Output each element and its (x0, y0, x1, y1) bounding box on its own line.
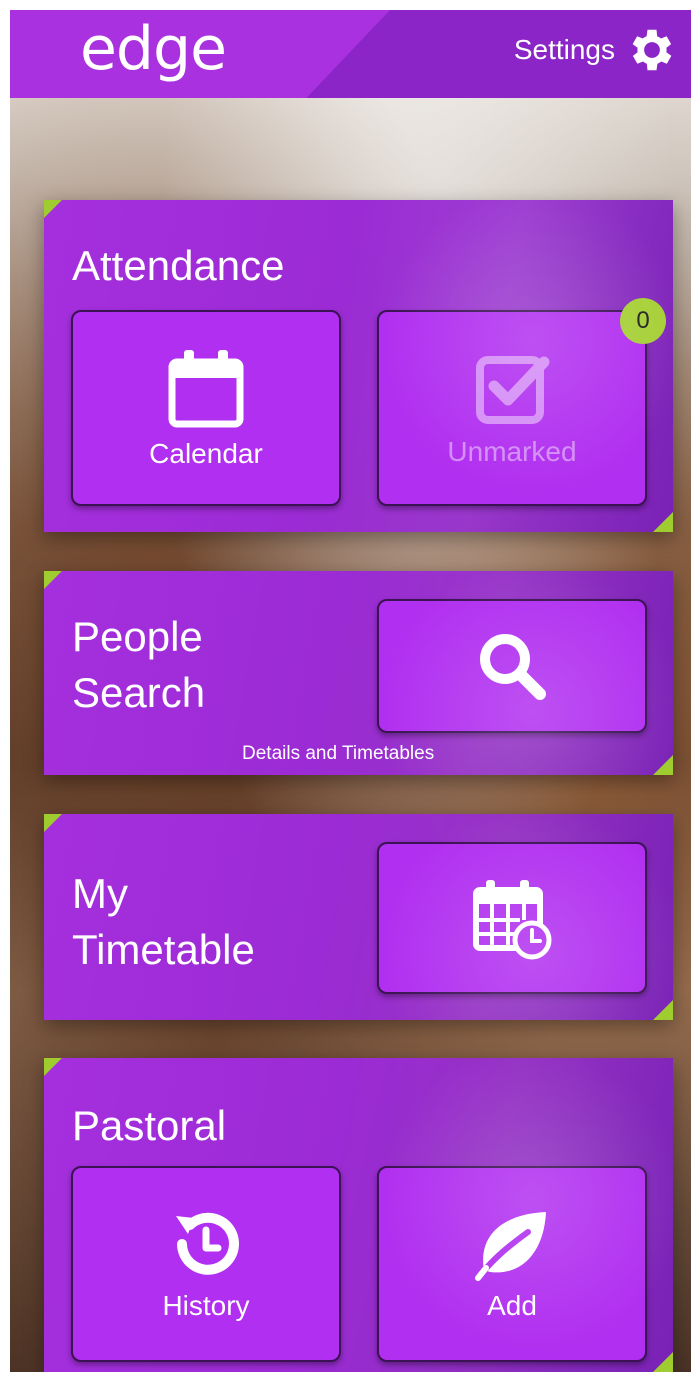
gear-icon (632, 29, 672, 71)
calendar-icon (168, 350, 244, 428)
timetable-title-line1: My (72, 870, 128, 917)
pastoral-card: Pastoral History Add (44, 1058, 673, 1372)
people-search-title-line1: People (72, 613, 203, 660)
card-corner-accent (653, 512, 673, 532)
timetable-icon (473, 880, 552, 960)
people-search-button[interactable] (377, 599, 647, 733)
settings-label: Settings (513, 34, 615, 65)
people-search-card: People Search Details and Timetables (44, 571, 673, 775)
attendance-card: Attendance Calendar Unmarked 0 (44, 200, 673, 532)
timetable-card: My Timetable (44, 814, 673, 1020)
unmarked-button[interactable]: Unmarked (377, 310, 647, 506)
history-label: History (162, 1290, 250, 1321)
history-button[interactable]: History (71, 1166, 341, 1362)
app-screen: edge Settings Attendance Calendar Unmark… (10, 10, 691, 1372)
my-timetable-button[interactable] (377, 842, 647, 994)
top-bar: edge Settings (10, 10, 691, 98)
pastoral-title: Pastoral (72, 1102, 227, 1149)
card-corner-accent (44, 571, 62, 589)
add-pastoral-button[interactable]: Add (377, 1166, 647, 1362)
add-label: Add (487, 1290, 537, 1321)
calendar-button[interactable]: Calendar (71, 310, 341, 506)
card-corner-accent (44, 814, 62, 832)
attendance-title: Attendance (72, 242, 285, 289)
edge-logo: edge (80, 14, 227, 84)
leaf-icon (475, 1212, 546, 1281)
search-icon (480, 634, 546, 700)
unmarked-count-badge: 0 (620, 298, 666, 344)
unmarked-label: Unmarked (447, 436, 577, 467)
card-corner-accent (653, 1352, 673, 1372)
settings-button[interactable]: Settings (514, 20, 679, 80)
calendar-label: Calendar (149, 438, 263, 469)
timetable-title-line2: Timetable (72, 926, 255, 973)
people-search-title-line2: Search (72, 669, 206, 716)
card-corner-accent (653, 1000, 673, 1020)
card-corner-accent (44, 200, 62, 218)
card-corner-accent (44, 1058, 62, 1076)
checkbox-icon (476, 356, 550, 424)
history-icon (176, 1212, 239, 1275)
people-search-caption: Details and Timetables (242, 743, 435, 764)
card-corner-accent (653, 755, 673, 775)
